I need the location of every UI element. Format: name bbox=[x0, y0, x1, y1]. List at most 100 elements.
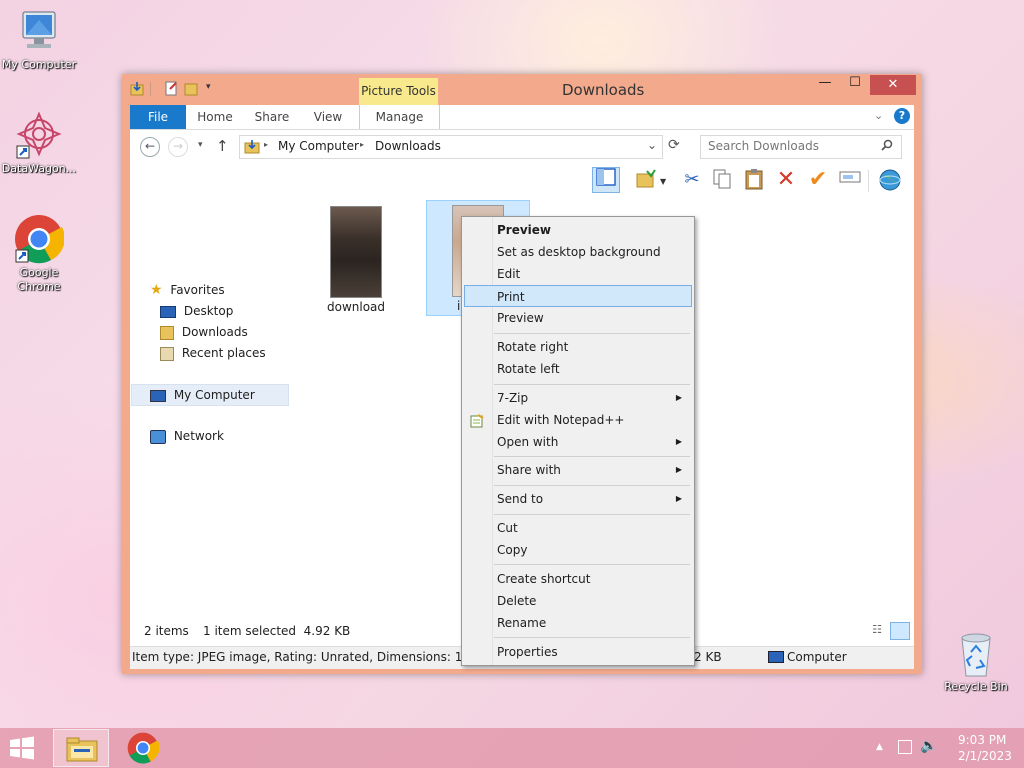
menu-item-7zip[interactable]: 7-Zip ▶ bbox=[464, 387, 692, 409]
taskbar-chrome[interactable] bbox=[124, 731, 162, 765]
cut-icon[interactable]: ✂ bbox=[680, 168, 704, 192]
menu-item-label: Cut bbox=[497, 521, 518, 535]
network-tray-icon[interactable] bbox=[898, 740, 912, 754]
menu-item-preview-default[interactable]: Preview bbox=[464, 219, 692, 241]
menu-item-print[interactable]: Print bbox=[464, 285, 692, 307]
menu-item-send-to[interactable]: Send to ▶ bbox=[464, 488, 692, 510]
menu-item-properties[interactable]: Properties bbox=[464, 641, 692, 663]
ribbon-expand-icon[interactable]: ⌄ bbox=[874, 109, 883, 122]
new-folder-icon[interactable] bbox=[184, 81, 198, 97]
title-bar[interactable]: ▾ Picture Tools Downloads — ☐ ✕ bbox=[122, 74, 922, 105]
customize-qat-icon[interactable]: ▾ bbox=[206, 82, 211, 92]
nav-network[interactable]: Network bbox=[150, 426, 280, 446]
computer-icon bbox=[768, 651, 784, 663]
breadcrumb-downloads[interactable]: Downloads bbox=[375, 139, 441, 153]
nav-item-recent-places[interactable]: Recent places bbox=[160, 343, 280, 363]
recent-locations-icon[interactable]: ▾ bbox=[198, 140, 203, 150]
forward-button[interactable]: → bbox=[168, 137, 188, 157]
submenu-arrow-icon: ▶ bbox=[675, 437, 682, 446]
up-button[interactable]: ↑ bbox=[216, 137, 229, 155]
volume-icon[interactable]: 🔈 bbox=[920, 738, 937, 754]
downloads-folder-icon bbox=[160, 325, 174, 340]
new-folder-icon[interactable] bbox=[634, 168, 658, 192]
tab-view[interactable]: View bbox=[302, 105, 354, 129]
refresh-icon[interactable]: ⟳ bbox=[668, 137, 680, 153]
network-icon bbox=[150, 429, 166, 444]
delete-icon[interactable]: ✕ bbox=[774, 168, 798, 192]
search-input[interactable]: Search Downloads bbox=[700, 135, 902, 159]
tab-manage[interactable]: Manage bbox=[359, 105, 440, 129]
menu-item-label: Print bbox=[497, 290, 525, 304]
menu-item-label: Properties bbox=[497, 645, 558, 659]
menu-item-preview[interactable]: Preview bbox=[464, 307, 692, 329]
close-button[interactable]: ✕ bbox=[870, 75, 916, 95]
large-icons-view-icon[interactable] bbox=[890, 622, 910, 640]
address-dropdown-icon[interactable]: ⌄ bbox=[647, 138, 657, 152]
checkmark-icon[interactable]: ✔ bbox=[806, 168, 830, 192]
menu-item-rename[interactable]: Rename bbox=[464, 612, 692, 634]
preview-pane-icon[interactable] bbox=[592, 167, 620, 193]
menu-separator bbox=[494, 564, 690, 565]
menu-item-label: Edit bbox=[497, 267, 521, 281]
minimize-button[interactable]: — bbox=[812, 75, 838, 95]
picture-tools-label: Picture Tools bbox=[359, 78, 438, 105]
back-button[interactable]: ← bbox=[140, 137, 160, 157]
menu-item-set-desktop-background[interactable]: Set as desktop background bbox=[464, 241, 692, 263]
menu-item-share-with[interactable]: Share with ▶ bbox=[464, 459, 692, 481]
desktop-icon-recycle-bin[interactable]: Recycle Bin bbox=[938, 630, 1014, 694]
rename-icon[interactable] bbox=[838, 168, 862, 192]
menu-item-cut[interactable]: Cut bbox=[464, 517, 692, 539]
menu-item-rotate-right[interactable]: Rotate right bbox=[464, 336, 692, 358]
windows-logo-icon bbox=[10, 736, 34, 760]
menu-item-create-shortcut[interactable]: Create shortcut bbox=[464, 568, 692, 590]
tab-home[interactable]: Home bbox=[190, 105, 240, 129]
menu-item-delete[interactable]: Delete bbox=[464, 590, 692, 612]
show-hidden-icons-icon[interactable]: ▲ bbox=[876, 742, 883, 752]
location-text: Computer bbox=[787, 650, 847, 664]
desktop-icon-datawagon[interactable]: DataWagon... bbox=[1, 110, 77, 176]
menu-item-label: 7-Zip bbox=[497, 391, 529, 405]
maximize-icon: ☐ bbox=[849, 75, 861, 90]
globe-icon[interactable] bbox=[878, 168, 902, 192]
start-button[interactable] bbox=[8, 736, 38, 762]
clock-time[interactable]: 9:03 PM bbox=[958, 733, 1006, 747]
menu-item-edit[interactable]: Edit bbox=[464, 263, 692, 285]
menu-item-label: Create shortcut bbox=[497, 572, 591, 586]
breadcrumb-my-computer[interactable]: My Computer bbox=[278, 139, 359, 153]
submenu-arrow-icon: ▶ bbox=[675, 393, 682, 402]
menu-item-rotate-left[interactable]: Rotate left bbox=[464, 358, 692, 380]
address-bar[interactable]: ▸ My Computer ▸ Downloads ⌄ bbox=[239, 135, 663, 159]
nav-my-computer[interactable]: My Computer bbox=[131, 384, 289, 406]
search-icon[interactable] bbox=[881, 139, 893, 154]
tab-share[interactable]: Share bbox=[246, 105, 298, 129]
window-title: Downloads bbox=[562, 81, 645, 99]
paste-icon[interactable] bbox=[742, 168, 766, 192]
desktop-icon-label: DataWagon... bbox=[1, 162, 77, 175]
datawagon-icon bbox=[15, 110, 63, 160]
nav-item-desktop[interactable]: Desktop bbox=[160, 301, 280, 321]
desktop-icon-my-computer[interactable]: My Computer bbox=[1, 8, 77, 72]
chevron-down-icon[interactable]: ▼ bbox=[660, 177, 666, 186]
file-thumbnail bbox=[330, 206, 382, 298]
properties-icon[interactable] bbox=[164, 81, 178, 97]
nav-item-downloads[interactable]: Downloads bbox=[160, 322, 280, 342]
nav-favorites[interactable]: ★ Favorites bbox=[150, 280, 280, 300]
copy-icon[interactable] bbox=[710, 168, 734, 192]
taskbar-file-explorer[interactable] bbox=[53, 729, 109, 767]
clock-date[interactable]: 2/1/2023 bbox=[958, 749, 1012, 763]
taskbar: ▲ 🔈 9:03 PM 2/1/2023 bbox=[0, 728, 1024, 768]
menu-item-open-with[interactable]: Open with ▶ bbox=[464, 431, 692, 453]
desktop-icon-chrome[interactable]: Google Chrome bbox=[1, 214, 77, 294]
menu-separator bbox=[494, 485, 690, 486]
folder-icon bbox=[244, 139, 260, 158]
quick-access-folder-icon[interactable] bbox=[130, 81, 144, 97]
file-item[interactable]: download bbox=[320, 202, 406, 314]
menu-item-copy[interactable]: Copy bbox=[464, 539, 692, 561]
details-view-icon[interactable]: ☷ bbox=[868, 623, 886, 639]
help-icon[interactable]: ? bbox=[894, 108, 910, 124]
tab-file[interactable]: File bbox=[130, 105, 186, 129]
recycle-bin-icon bbox=[956, 630, 996, 678]
menu-item-edit-notepad[interactable]: Edit with Notepad++ bbox=[464, 409, 692, 431]
menu-item-label: Share with bbox=[497, 463, 561, 477]
maximize-button[interactable]: ☐ bbox=[842, 75, 868, 95]
